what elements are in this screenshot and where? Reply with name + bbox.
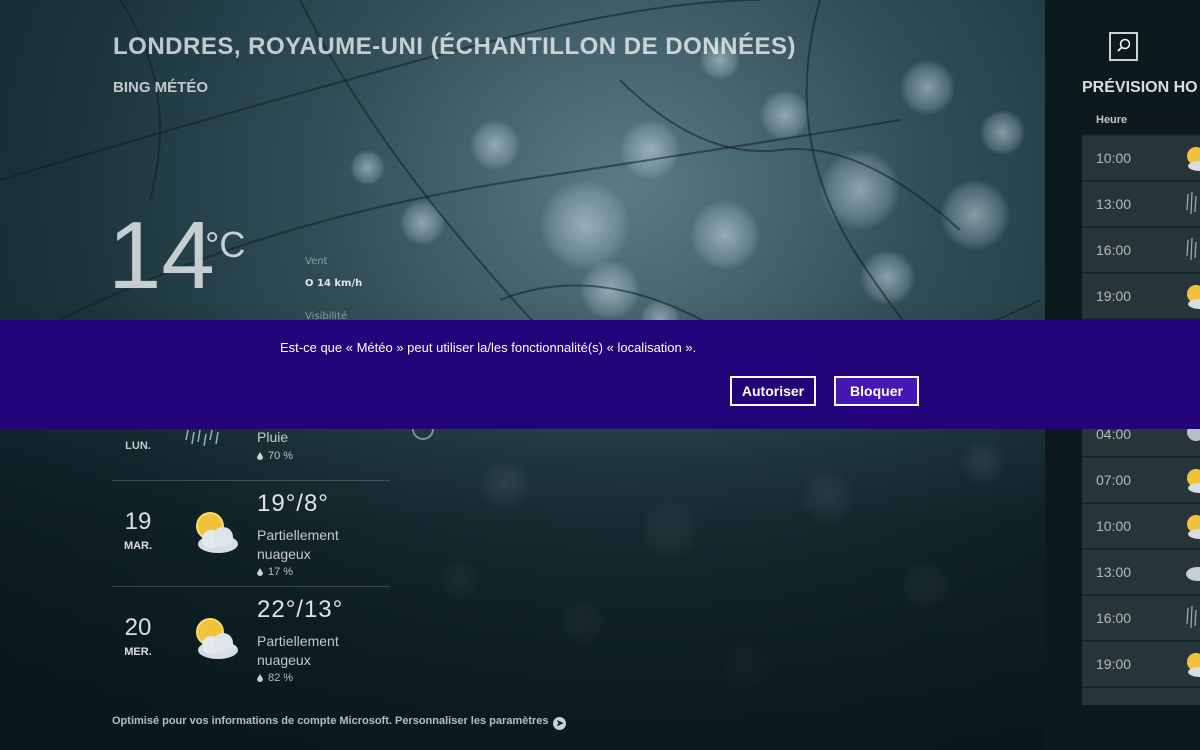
day-number: 20 (124, 614, 152, 641)
search-button[interactable] (1109, 32, 1138, 61)
account-footer-link[interactable]: Optimisé pour vos informations de compte… (112, 715, 567, 730)
hour-time: 13:00 (1096, 196, 1132, 212)
hour-time: 19:00 (1096, 288, 1132, 304)
partly-cloudy-icon (196, 618, 238, 659)
hourly-row[interactable]: 10:00 (1082, 136, 1200, 180)
cloudy-icon (1186, 567, 1200, 581)
rain-icon (185, 429, 219, 447)
hourly-row-partial[interactable] (1082, 688, 1200, 705)
day-condition: Partiellement nuageux (257, 633, 339, 668)
hourly-row[interactable]: 16:00 (1082, 596, 1200, 640)
partly-cloudy-icon (196, 512, 238, 553)
search-icon (1117, 38, 1131, 52)
droplet-icon (257, 452, 263, 460)
precip-value: 17 % (268, 566, 294, 578)
day-precipitation: 70 % (257, 450, 293, 462)
precip-value: 82 % (268, 672, 294, 684)
hourly-row[interactable]: 19:00 (1082, 642, 1200, 686)
day-forecast-row[interactable]: 19 MAR. 19°/8° Partiellement nuageux 17 … (112, 480, 390, 586)
hour-time: 19:00 (1096, 656, 1132, 672)
partly-cloudy-icon (1187, 515, 1200, 539)
hour-column-header: Heure (1082, 106, 1200, 134)
day-precipitation: 82 % (257, 672, 293, 684)
hourly-row[interactable]: 10:00 (1082, 504, 1200, 548)
footer-text: Optimisé pour vos informations de compte… (112, 715, 549, 727)
hour-time: 16:00 (1096, 610, 1132, 626)
row-divider (112, 586, 390, 587)
hour-time: 10:00 (1096, 150, 1132, 166)
location-title[interactable]: LONDRES, ROYAUME-UNI (ÉCHANTILLON DE DON… (113, 33, 796, 61)
wind-value: O 14 km/h (305, 278, 363, 289)
hour-time: 07:00 (1096, 472, 1132, 488)
provider-label: BING MÉTÉO (113, 79, 209, 96)
arrow-right-icon[interactable]: ➤ (553, 717, 567, 730)
hourly-row[interactable]: 19:00 (1082, 274, 1200, 318)
hour-time: 13:00 (1096, 564, 1132, 580)
hourly-row[interactable]: 13:00 (1082, 182, 1200, 226)
temperature-range: 19°/8° (257, 490, 329, 517)
droplet-icon (257, 674, 263, 682)
allow-button[interactable]: Autoriser (730, 376, 816, 406)
current-temperature: 14 (108, 202, 215, 309)
day-precipitation: 17 % (257, 566, 293, 578)
day-name: LUN. (125, 440, 151, 452)
hour-time: 10:00 (1096, 518, 1132, 534)
day-forecast-row[interactable]: 20 MER. 22°/13° Partiellement nuageux 82… (112, 586, 390, 692)
wind-label: Vent (305, 256, 328, 267)
rain-icon (1186, 237, 1197, 261)
hourly-row[interactable]: 13:00 (1082, 550, 1200, 594)
droplet-icon (257, 568, 263, 576)
partly-cloudy-icon (1187, 147, 1200, 171)
day-name: MER. (124, 646, 152, 658)
day-condition: Partiellement nuageux (257, 527, 339, 562)
hourly-row[interactable]: 16:00 (1082, 228, 1200, 272)
day-name: MAR. (123, 540, 153, 552)
precip-value: 70 % (268, 450, 294, 462)
block-button[interactable]: Bloquer (834, 376, 919, 406)
hourly-forecast-title: PRÉVISION HO (1082, 79, 1198, 96)
temperature-range: 22°/13° (257, 596, 344, 623)
temperature-unit[interactable]: °C (205, 224, 245, 266)
hour-time: 16:00 (1096, 242, 1132, 258)
partly-cloudy-icon (1187, 653, 1200, 677)
hourly-row[interactable]: 07:00 (1082, 458, 1200, 502)
row-divider (112, 480, 390, 481)
rain-icon (1186, 191, 1197, 215)
day-condition: Pluie (257, 429, 289, 445)
day-number: 19 (124, 508, 152, 535)
location-permission-dialog: Est-ce que « Météo » peut utiliser la/le… (0, 320, 1200, 429)
partly-cloudy-icon (1187, 285, 1200, 309)
rain-icon (1186, 605, 1197, 629)
partly-cloudy-icon (1187, 469, 1200, 493)
dialog-message: Est-ce que « Météo » peut utiliser la/le… (280, 340, 697, 355)
